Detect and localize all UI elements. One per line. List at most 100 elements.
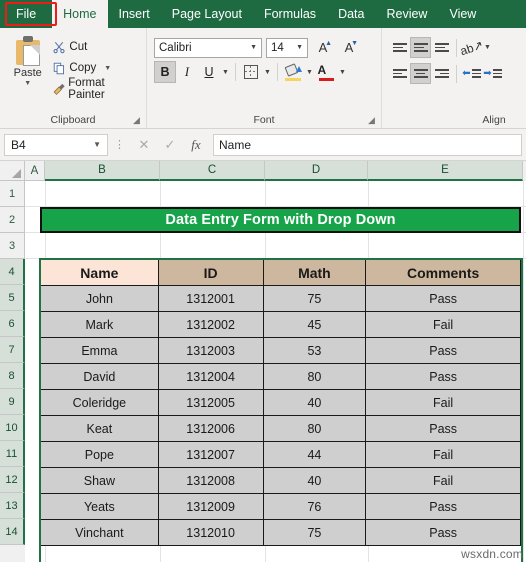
fill-color-button[interactable] (282, 61, 304, 83)
cell-name[interactable]: Pope (40, 441, 159, 468)
cell-id[interactable]: 1312003 (157, 337, 264, 364)
cell-math[interactable]: 80 (262, 363, 367, 390)
cell-name[interactable]: Vinchant (40, 519, 159, 546)
borders-chevron-down-icon[interactable]: ▼ (262, 69, 273, 76)
ribbon-tab-review[interactable]: Review (375, 0, 438, 28)
cell-math[interactable]: 75 (262, 285, 367, 312)
cell-id[interactable]: 1312007 (157, 441, 264, 468)
underline-chevron-down-icon[interactable]: ▼ (220, 69, 231, 76)
cut-button[interactable]: Cut (49, 37, 142, 57)
select-all-corner-button[interactable] (0, 161, 25, 181)
cell-name[interactable]: Shaw (40, 467, 159, 494)
table-header-cell-comments[interactable]: Comments (365, 259, 521, 286)
row-header-14[interactable]: 14 (0, 519, 25, 545)
row-header-2[interactable]: 2 (0, 207, 25, 233)
name-box[interactable]: B4 ▼ (4, 133, 108, 156)
bold-button[interactable]: B (154, 61, 176, 83)
banner-title[interactable]: Data Entry Form with Drop Down (40, 207, 521, 233)
cell-comments[interactable]: Pass (365, 519, 521, 546)
column-header-a[interactable]: A (25, 161, 45, 181)
decrease-indent-button[interactable]: ⬅ (461, 63, 482, 84)
align-middle-button[interactable] (410, 37, 431, 58)
ribbon-tab-page-layout[interactable]: Page Layout (161, 0, 253, 28)
row-header-11[interactable]: 11 (0, 441, 25, 467)
cell-math[interactable]: 45 (262, 311, 367, 338)
cell-math[interactable]: 40 (262, 389, 367, 416)
cell-name[interactable]: Mark (40, 311, 159, 338)
format-painter-button[interactable]: Format Painter (49, 77, 142, 101)
copy-button[interactable]: Copy ▼ (49, 58, 142, 78)
cell-id[interactable]: 1312009 (157, 493, 264, 520)
cell-name[interactable]: Keat (40, 415, 159, 442)
cell-name[interactable]: David (40, 363, 159, 390)
font-dialog-launcher-icon[interactable]: ◢ (368, 116, 377, 125)
align-top-button[interactable] (389, 37, 410, 58)
cell-comments[interactable]: Pass (365, 337, 521, 364)
cell-comments[interactable]: Pass (365, 363, 521, 390)
row-header-4[interactable]: 4 (0, 259, 25, 285)
cell-id[interactable]: 1312005 (157, 389, 264, 416)
decrease-font-size-button[interactable]: A ▼ (338, 37, 360, 58)
cell-comments[interactable]: Pass (365, 493, 521, 520)
row-header-6[interactable]: 6 (0, 311, 25, 337)
confirm-entry-button[interactable]: ✓ (157, 134, 183, 156)
align-bottom-button[interactable] (431, 37, 452, 58)
cell-id[interactable]: 1312004 (157, 363, 264, 390)
increase-font-size-button[interactable]: A ▲ (312, 37, 334, 58)
align-center-button[interactable] (410, 63, 431, 84)
table-header-cell-id[interactable]: ID (157, 259, 264, 286)
cell-comments[interactable]: Fail (365, 441, 521, 468)
underline-button[interactable]: U (198, 61, 220, 83)
italic-button[interactable]: I (176, 61, 198, 83)
cell-id[interactable]: 1312010 (157, 519, 264, 546)
ribbon-tab-formulas[interactable]: Formulas (253, 0, 327, 28)
cell-id[interactable]: 1312008 (157, 467, 264, 494)
paste-chevron-down-icon[interactable]: ▼ (24, 80, 31, 87)
cell-name[interactable]: John (40, 285, 159, 312)
cell-id[interactable]: 1312002 (157, 311, 264, 338)
cell-name[interactable]: Emma (40, 337, 159, 364)
formula-bar-grip[interactable]: ⋮ (112, 138, 127, 151)
row-header-9[interactable]: 9 (0, 389, 25, 415)
insert-function-button[interactable]: fx (183, 134, 209, 156)
cell-name[interactable]: Yeats (40, 493, 159, 520)
paste-button[interactable]: Paste ▼ (6, 34, 49, 99)
ribbon-tab-data[interactable]: Data (327, 0, 375, 28)
increase-indent-button[interactable]: ➡ (482, 63, 503, 84)
cell-math[interactable]: 40 (262, 467, 367, 494)
cell-name[interactable]: Coleridge (40, 389, 159, 416)
cell-math[interactable]: 44 (262, 441, 367, 468)
cell-comments[interactable]: Fail (365, 389, 521, 416)
font-color-button[interactable]: A (315, 61, 337, 83)
name-box-chevron-down-icon[interactable]: ▼ (93, 140, 101, 149)
cell-comments[interactable]: Fail (365, 311, 521, 338)
cell-area[interactable]: Data Entry Form with Drop Down Name ID M… (25, 181, 526, 562)
column-header-c[interactable]: C (160, 161, 265, 181)
cell-comments[interactable]: Pass (365, 285, 521, 312)
column-header-b[interactable]: B (45, 161, 160, 181)
row-header-8[interactable]: 8 (0, 363, 25, 389)
cell-comments[interactable]: Pass (365, 415, 521, 442)
font-size-chevron-down-icon[interactable]: ▼ (292, 44, 303, 51)
align-left-button[interactable] (389, 63, 410, 84)
cell-id[interactable]: 1312001 (157, 285, 264, 312)
cell-math[interactable]: 53 (262, 337, 367, 364)
row-header-12[interactable]: 12 (0, 467, 25, 493)
column-header-d[interactable]: D (265, 161, 368, 181)
borders-button[interactable] (240, 61, 262, 83)
column-header-e[interactable]: E (368, 161, 523, 181)
row-header-3[interactable]: 3 (0, 233, 25, 259)
fill-color-chevron-down-icon[interactable]: ▼ (304, 69, 315, 76)
cell-comments[interactable]: Fail (365, 467, 521, 494)
copy-chevron-down-icon[interactable]: ▼ (104, 65, 111, 72)
row-header-1[interactable]: 1 (0, 181, 25, 207)
cell-id[interactable]: 1312006 (157, 415, 264, 442)
ribbon-tab-home[interactable]: Home (52, 0, 108, 28)
font-name-combo[interactable]: Calibri ▼ (154, 37, 262, 58)
cell-math[interactable]: 80 (262, 415, 367, 442)
cell-math[interactable]: 76 (262, 493, 367, 520)
ribbon-tab-view[interactable]: View (438, 0, 487, 28)
ribbon-tab-insert[interactable]: Insert (108, 0, 161, 28)
row-header-10[interactable]: 10 (0, 415, 25, 441)
row-header-7[interactable]: 7 (0, 337, 25, 363)
